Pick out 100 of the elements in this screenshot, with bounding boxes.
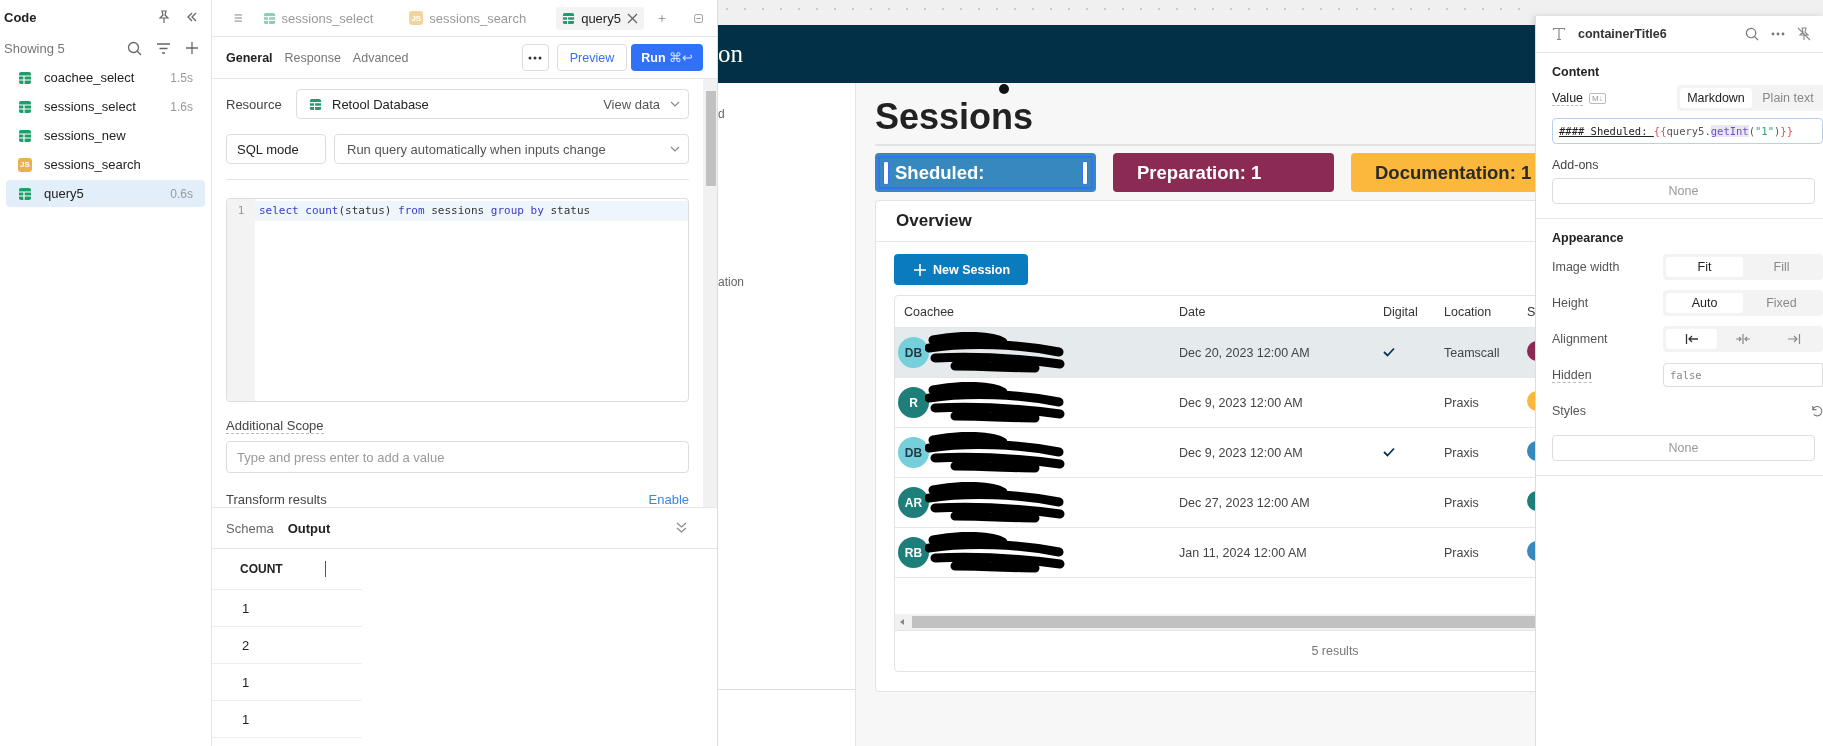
avatar: R <box>898 387 929 418</box>
align-center-icon <box>1735 333 1751 345</box>
panel-title: Code <box>4 9 37 25</box>
query-item[interactable]: sessions_new <box>6 122 205 149</box>
query-item[interactable]: sessions_select 1.6s <box>6 93 205 120</box>
chevrons-down-icon[interactable] <box>676 522 687 534</box>
mode-select[interactable]: SQL mode <box>226 134 326 164</box>
chevron-down-icon <box>670 101 680 107</box>
status-card[interactable]: Sheduled: <box>875 153 1096 192</box>
result-count: 5 results <box>1311 644 1359 658</box>
text-icon <box>1552 27 1566 41</box>
close-icon[interactable] <box>626 12 638 24</box>
new-session-button[interactable]: New Session <box>894 254 1029 285</box>
column-header: Date <box>1178 304 1207 319</box>
reset-icon[interactable] <box>1810 404 1823 418</box>
table-icon <box>562 11 576 25</box>
table-cell: 1 <box>242 674 250 690</box>
component-name: containerTitle6 <box>1578 27 1667 41</box>
plus-icon <box>914 263 926 276</box>
nav-item[interactable]: ation <box>718 275 745 289</box>
output-tab[interactable]: Output <box>287 520 331 536</box>
query-item[interactable]: coachee_select 1.5s <box>6 64 205 91</box>
add-icon[interactable] <box>185 41 199 55</box>
column-header: Digital <box>1382 304 1419 319</box>
height-option[interactable]: Auto <box>1666 293 1743 313</box>
card-title: Overview <box>896 211 972 231</box>
table-icon <box>262 11 276 25</box>
avatar: DB <box>898 437 929 468</box>
code-editor[interactable]: 1 select count(status) from sessions group by status <box>226 198 689 402</box>
js-icon: JS <box>18 157 32 172</box>
scrollbar[interactable] <box>895 614 1535 630</box>
menu-icon[interactable] <box>234 12 243 24</box>
field-label: Alignment <box>1552 332 1608 346</box>
enable-link[interactable]: Enable <box>648 492 689 507</box>
table-cell-text: Teamscall <box>1443 345 1501 360</box>
column-header: COUNT <box>240 562 283 576</box>
table-cell-text: Praxis <box>1443 495 1480 510</box>
table-icon <box>309 97 322 111</box>
table-cell-text: Praxis <box>1443 545 1480 560</box>
more-icon <box>528 55 543 60</box>
query-item[interactable]: JS sessions_search <box>6 151 205 178</box>
table-icon <box>18 70 32 85</box>
table-cell-text: Dec 9, 2023 12:00 AM <box>1178 445 1304 460</box>
field-label: Transform results <box>226 492 327 507</box>
section-tab[interactable]: Advanced <box>352 50 409 65</box>
search-icon[interactable] <box>1745 27 1759 41</box>
markdown-badge: M↓ <box>1589 92 1606 104</box>
table-icon <box>18 128 32 143</box>
align-left-icon <box>1684 333 1699 345</box>
output-tab[interactable]: Schema <box>226 520 274 536</box>
hidden-field[interactable]: false <box>1663 363 1823 387</box>
field-label: Resource <box>226 96 283 112</box>
field-label: Height <box>1552 296 1589 310</box>
collapse-icon[interactable] <box>185 10 199 24</box>
column-header: S <box>1526 304 1535 319</box>
field-label: Hidden <box>1552 367 1592 383</box>
chevron-down-icon <box>670 146 680 152</box>
width-option[interactable]: Fit <box>1666 257 1743 277</box>
status-card[interactable]: Documentation: 1 <box>1351 153 1535 192</box>
section-heading: Content <box>1552 64 1601 81</box>
result-count: Showing 5 <box>4 40 65 56</box>
table-cell-text: Dec 9, 2023 12:00 AM <box>1178 395 1304 410</box>
trigger-select[interactable]: Run query automatically when inputs change <box>334 134 689 164</box>
run-button[interactable]: Run ⌘↩ <box>631 44 703 71</box>
table-cell: 1 <box>242 600 250 616</box>
query-item[interactable]: query5 0.6s <box>6 180 205 207</box>
preview-button[interactable]: Preview <box>556 44 628 71</box>
scrollbar[interactable] <box>703 79 717 507</box>
table-cell: 2 <box>242 637 250 653</box>
table-cell-text: Jan 11, 2024 12:00 AM <box>1178 545 1308 560</box>
field-label: Value <box>1552 90 1584 106</box>
avatar: DB <box>898 337 929 368</box>
field-label: Additional Scope <box>226 418 324 434</box>
more-icon[interactable] <box>1771 32 1785 36</box>
table-icon <box>18 99 32 114</box>
alignment-option[interactable] <box>1666 329 1718 349</box>
table-cell-text: Dec 27, 2023 12:00 AM <box>1178 495 1311 510</box>
field-label: Image width <box>1552 260 1620 274</box>
scroll-left-icon[interactable] <box>898 618 906 626</box>
unpin-icon[interactable] <box>1797 27 1811 41</box>
query-tab[interactable]: query5 <box>556 6 644 30</box>
resource-select[interactable]: Retool Database View data <box>296 89 689 119</box>
table-icon <box>18 186 32 201</box>
filter-icon[interactable] <box>156 40 171 56</box>
status-card[interactable]: Preparation: 1 <box>1113 153 1334 192</box>
column-header: Location <box>1443 304 1493 319</box>
table-cell-text: Praxis <box>1443 445 1480 460</box>
value-field[interactable]: #### Sheduled: {{query5.getInt("1")}} <box>1552 118 1823 144</box>
search-icon[interactable] <box>127 40 142 56</box>
section-tab[interactable]: Response <box>284 50 341 65</box>
table-row[interactable]: DB Dec 20, 2023 12:00 AM Teamscall <box>895 328 1535 378</box>
pin-icon[interactable] <box>157 10 171 24</box>
nav-item[interactable]: d <box>718 107 725 121</box>
format-option[interactable]: Markdown <box>1680 88 1752 108</box>
more-button[interactable] <box>521 44 549 71</box>
section-tab[interactable]: General <box>226 50 273 65</box>
align-right-icon <box>1787 333 1802 345</box>
field-label: Add-ons <box>1552 158 1600 172</box>
avatar: AR <box>898 487 929 518</box>
scope-input[interactable]: Type and press enter to add a value <box>226 441 689 473</box>
